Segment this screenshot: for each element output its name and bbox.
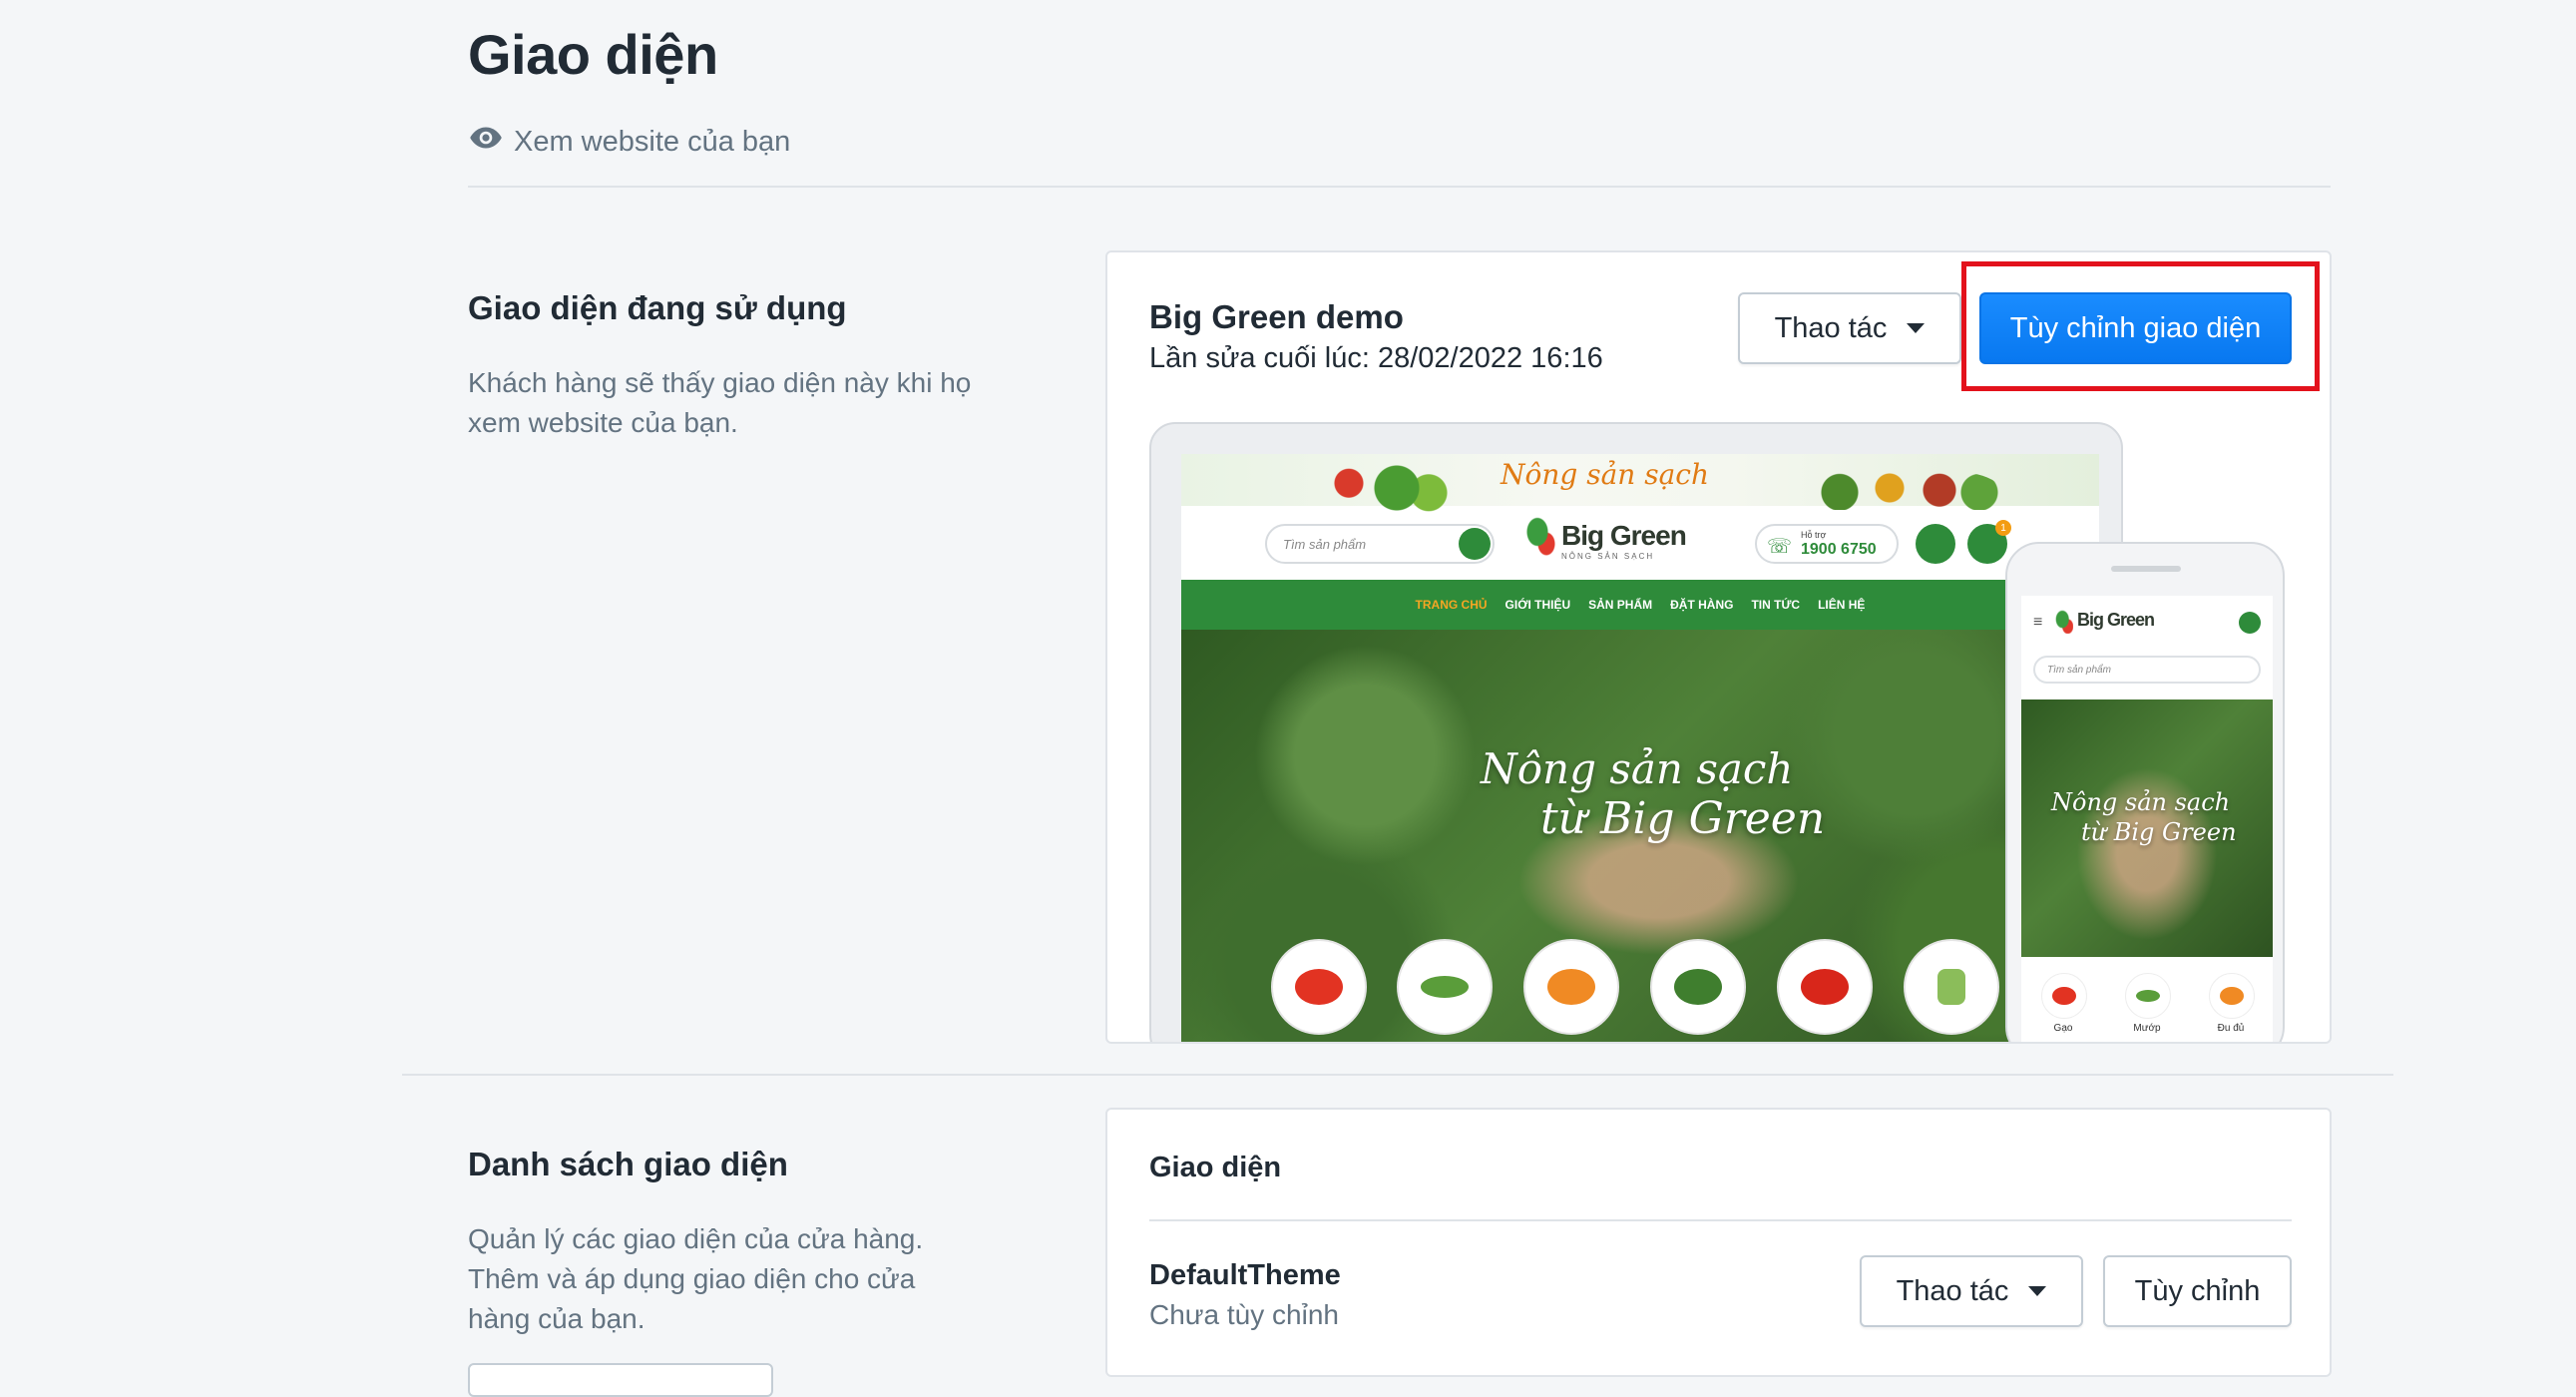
- cart-badge: 1: [1995, 520, 2011, 536]
- preview-nav-item: GIỚI THIỆU: [1504, 598, 1571, 612]
- category-cucumber-image: [2125, 973, 2171, 1019]
- theme-row-status: Chưa tùy chỉnh: [1149, 1299, 1339, 1330]
- preview-hotline-label: Hỗ trợ: [1801, 530, 1827, 540]
- mobile-hero-line2: từ Big Green: [2081, 818, 2237, 846]
- menu-icon: ≡: [2033, 614, 2043, 631]
- cart-icon: [2239, 612, 2261, 634]
- mobile-search-box: Tìm sản phẩm: [2033, 656, 2261, 684]
- category-tomato-image: [1777, 939, 1873, 1035]
- preview-hero-image: Nông sản sạch từ Big Green: [1181, 630, 2099, 1042]
- mobile-hero-text: Nông sản sạch từ Big Green: [2051, 787, 2237, 847]
- mobile-category-label: Mướp: [2133, 1023, 2161, 1034]
- theme-row-name: DefaultTheme: [1149, 1259, 1341, 1291]
- preview-hero-line1: Nông sản sạch: [1481, 744, 1794, 793]
- theme-row-customize-label: Tùy chỉnh: [2134, 1274, 2261, 1307]
- leaf-logo-icon: [2055, 610, 2073, 634]
- preview-logo: Big Green NÔNG SẢN SẠCH: [1525, 516, 1687, 561]
- leaf-logo-icon: [1525, 516, 1555, 556]
- phone-icon: ☏: [1767, 536, 1793, 558]
- mobile-category-label: Đu đủ: [2217, 1023, 2245, 1034]
- view-website-label: Xem website của bạn: [514, 125, 791, 158]
- preview-banner-text: Nông sản sạch: [1501, 458, 1709, 491]
- category-pepper-image: [1271, 939, 1367, 1035]
- theme-row-actions-dropdown[interactable]: Thao tác: [1860, 1255, 2083, 1327]
- desktop-preview: Nông sản sạch Tìm sản phẩm Big Green NÔN…: [1149, 422, 2123, 1042]
- preview-nav-item: LIÊN HỆ: [1818, 598, 1866, 612]
- caret-down-icon: [1907, 323, 1926, 333]
- theme-list-card-title: Giao diện: [1149, 1152, 1282, 1183]
- page-title: Giao diện: [468, 23, 718, 86]
- preview-search-placeholder: Tìm sản phẩm: [1283, 536, 1367, 552]
- preview-nav-item: TRANG CHỦ: [1415, 598, 1488, 612]
- theme-library-button[interactable]: [468, 1363, 773, 1397]
- mobile-hero-line1: Nông sản sạch: [2051, 788, 2231, 816]
- highlight-box: [1961, 261, 2320, 391]
- section-divider: [402, 1074, 2393, 1076]
- vegetables-image: [1800, 466, 1999, 510]
- category-pepper-image: [2041, 973, 2087, 1019]
- preview-nav-item: TIN TỨC: [1751, 598, 1801, 612]
- mobile-hero-image: Nông sản sạch từ Big Green: [2021, 699, 2273, 957]
- eye-icon: [468, 120, 504, 164]
- category-papaya-image: [1523, 939, 1619, 1035]
- theme-actions-dropdown[interactable]: Thao tác: [1738, 292, 1961, 364]
- theme-row-actions-label: Thao tác: [1896, 1274, 2009, 1307]
- mobile-preview-screen: ≡ Big Green Tìm sản phẩm Nông sản sạch t…: [2021, 596, 2273, 1042]
- theme-row-customize-button[interactable]: Tùy chỉnh: [2103, 1255, 2292, 1327]
- mobile-preview: ≡ Big Green Tìm sản phẩm Nông sản sạch t…: [2005, 542, 2285, 1042]
- header-divider: [468, 186, 2331, 188]
- preview-nav-item: ĐẶT HÀNG: [1670, 598, 1734, 612]
- theme-list-section-description: Quản lý các giao diện của cửa hàng. Thêm…: [468, 1223, 924, 1334]
- current-theme-section-title: Giao diện đang sử dụng: [468, 289, 847, 326]
- category-papaya-image: [2209, 973, 2255, 1019]
- theme-actions-label: Thao tác: [1774, 311, 1888, 344]
- preview-nav: TRANG CHỦ GIỚI THIỆU SẢN PHẨM ĐẶT HÀNG T…: [1181, 580, 2099, 630]
- theme-list-section-title: Danh sách giao diện: [468, 1146, 788, 1182]
- preview-logo-text: Big Green: [1561, 520, 1687, 551]
- theme-list-card: Giao diện DefaultTheme Chưa tùy chỉnh Th…: [1105, 1108, 2332, 1377]
- mobile-search-placeholder: Tìm sản phẩm: [2047, 664, 2111, 676]
- view-website-link[interactable]: Xem website của bạn: [468, 120, 790, 164]
- preview-hotline: ☏ Hỗ trợ 1900 6750: [1755, 524, 1899, 564]
- search-icon: [1459, 528, 1491, 560]
- preview-logo-subtitle: NÔNG SẢN SẠCH: [1561, 552, 1655, 561]
- current-theme-name: Big Green demo: [1149, 298, 1404, 335]
- desktop-preview-screen: Nông sản sạch Tìm sản phẩm Big Green NÔN…: [1181, 454, 2099, 1042]
- preview-search-box: Tìm sản phẩm: [1265, 524, 1495, 564]
- vegetables-image: [1301, 464, 1461, 512]
- current-theme-last-edit: Lần sửa cuối lúc: 28/02/2022 16:16: [1149, 342, 1603, 374]
- caret-down-icon: [2028, 1286, 2047, 1296]
- preview-hero-line2: từ Big Green: [1540, 793, 1826, 844]
- preview-hero-text: Nông sản sạch từ Big Green: [1481, 744, 1825, 844]
- mobile-category-label: Gạo: [2053, 1023, 2073, 1034]
- phone-speaker: [2111, 566, 2181, 572]
- preview-hotline-number: 1900 6750: [1801, 541, 1877, 558]
- category-asparagus-image: [1904, 939, 1999, 1035]
- mobile-logo-text: Big Green: [2077, 610, 2155, 630]
- current-theme-section-description: Khách hàng sẽ thấy giao diện này khi họ …: [468, 367, 972, 438]
- category-broccoli-image: [1650, 939, 1746, 1035]
- user-icon: [1916, 524, 1955, 564]
- theme-list-divider: [1149, 1219, 2292, 1221]
- preview-nav-item: SẢN PHẨM: [1588, 598, 1653, 612]
- category-cucumber-image: [1397, 939, 1493, 1035]
